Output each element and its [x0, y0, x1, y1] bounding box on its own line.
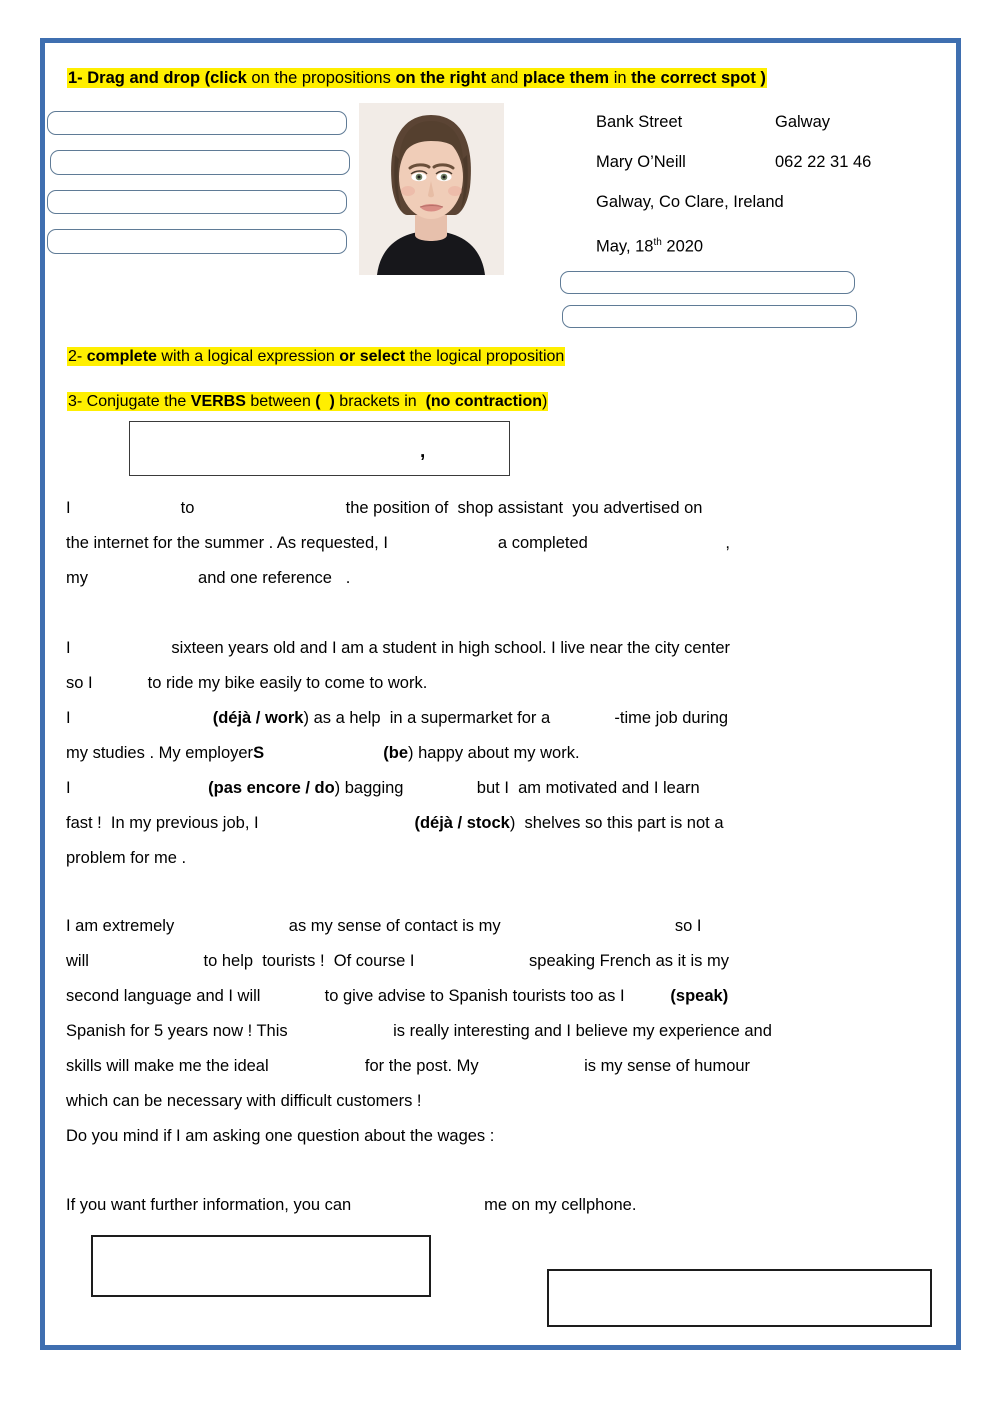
- instruction-2-part2: with a logical expression: [161, 348, 335, 365]
- para2-line-1: I sixteen years old and I am a student i…: [66, 639, 730, 657]
- sender-phone: 062 22 31 46: [775, 153, 872, 171]
- para3-line-1: I am extremely as my sense of contact is…: [66, 917, 702, 935]
- address-street: Bank Street: [596, 113, 683, 131]
- instruction-3-part7: ): [542, 393, 548, 410]
- instruction-3-part1: VERBS: [190, 393, 246, 410]
- para2-line-6: fast ! In my previous job, I (déjà / sto…: [66, 806, 948, 841]
- para2-line5-post: ) bagging but I am motivated and I learn: [334, 779, 700, 797]
- letter-paragraph-1: I to the position of shop assistant you …: [66, 491, 948, 596]
- verb-cue-pas-encore-do: (pas encore / do: [208, 779, 335, 797]
- instruction-line-3: 3- Conjugate the VERBS between ( ) brack…: [67, 391, 549, 413]
- letter-paragraph-2: I sixteen years old and I am a student i…: [66, 631, 948, 876]
- para2-line3-pre: I: [66, 709, 213, 727]
- para3-line-3: second language and I will to give advis…: [66, 979, 948, 1014]
- instruction-2-part1: complete: [86, 348, 157, 365]
- dropzone-6[interactable]: [562, 305, 857, 328]
- instruction-1-part6: place them: [522, 69, 610, 87]
- para3-line-6: which can be necessary with difficult cu…: [66, 1092, 422, 1110]
- para2-line4-gap: [264, 744, 383, 762]
- employer-plural-s: S: [253, 744, 265, 762]
- para3-line-5: skills will make me the ideal for the po…: [66, 1057, 751, 1075]
- para2-line4-pre: my studies . My employer: [66, 744, 254, 762]
- greeting-comma: ,: [420, 441, 426, 462]
- para3-line3-pre: second language and I will to give advis…: [66, 987, 671, 1005]
- para2-line6-pre: fast ! In my previous job, I: [66, 814, 415, 832]
- instruction-1-part4: on the right: [395, 69, 487, 87]
- para2-line-7: problem for me .: [66, 849, 187, 867]
- instruction-1-part8: the correct spot ): [631, 69, 766, 87]
- para3-line-2: will to help tourists ! Of course I spea…: [66, 952, 729, 970]
- para2-line4-post: ) happy about my work.: [408, 744, 580, 762]
- para1-line-1: I to the position of shop assistant you …: [66, 499, 703, 517]
- address-city: Galway: [775, 113, 831, 131]
- letter-paragraph-4: If you want further information, you can…: [66, 1188, 948, 1223]
- verb-cue-deja-work: (déjà / work: [212, 709, 304, 727]
- instruction-1-part7: in: [613, 69, 627, 87]
- address-location: Galway, Co Clare, Ireland: [596, 193, 784, 211]
- para1-line-3: my and one reference .: [66, 569, 351, 587]
- para1-line-2: the internet for the summer . As request…: [66, 534, 730, 552]
- date-ordinal-suffix: th: [653, 237, 662, 248]
- passport-photo: [359, 103, 504, 275]
- instruction-3-number: 3- Conjugate the: [68, 393, 187, 410]
- dropzone-4[interactable]: [47, 229, 347, 254]
- instruction-2-part4: the logical proposition: [409, 348, 565, 365]
- instruction-line-2: 2- complete with a logical expression or…: [67, 346, 566, 368]
- para2-line5-pre: I: [66, 779, 209, 797]
- letter-paragraph-3: I am extremely as my sense of contact is…: [66, 909, 948, 1154]
- instruction-1-number: 1-: [68, 69, 83, 87]
- para2-line-2: so I to ride my bike easily to come to w…: [66, 674, 428, 692]
- letter-date: May, 18th 2020: [596, 237, 703, 257]
- instruction-1-part2: (click: [204, 69, 247, 87]
- verb-cue-deja-stock: (déjà / stock: [414, 814, 510, 832]
- verb-cue-be: (be: [383, 744, 409, 762]
- sender-name: Mary O’Neill: [596, 153, 686, 171]
- para2-line3-post: ) as a help in a supermarket for a -time…: [303, 709, 729, 727]
- instruction-3-part2: between: [250, 393, 311, 410]
- para3-line-7: Do you mind if I am asking one question …: [66, 1127, 495, 1145]
- para2-line-5: I (pas encore / do) bagging but I am mot…: [66, 771, 948, 806]
- instruction-2-number: 2-: [68, 348, 83, 365]
- instruction-2-part3: or select: [339, 348, 406, 365]
- verb-cue-speak: (speak): [670, 987, 729, 1005]
- date-year: 2020: [661, 237, 704, 256]
- instruction-1-part5: and: [490, 69, 519, 87]
- dropzone-1[interactable]: [47, 111, 347, 135]
- instruction-3-part6: (no contraction: [425, 393, 542, 410]
- instruction-3-bracket-open: (: [315, 393, 321, 410]
- instruction-line-1: 1- Drag and drop (click on the propositi…: [67, 67, 767, 89]
- worksheet-frame: 1- Drag and drop (click on the propositi…: [40, 38, 961, 1350]
- date-prefix: May, 18: [596, 237, 654, 256]
- instruction-1-part3: on the propositions: [251, 69, 391, 87]
- greeting-input-box[interactable]: [129, 421, 510, 476]
- closing-answer-box-2[interactable]: [547, 1269, 932, 1327]
- closing-answer-box-1[interactable]: [91, 1235, 431, 1297]
- instruction-1-part1: Drag and drop: [87, 69, 201, 87]
- dropzone-5[interactable]: [560, 271, 855, 294]
- instruction-3-part5: brackets in: [339, 393, 417, 410]
- para4-line-1: If you want further information, you can…: [66, 1196, 637, 1214]
- para2-line-3: I (déjà / work) as a help in a supermark…: [66, 701, 948, 736]
- para3-line-4: Spanish for 5 years now ! This is really…: [66, 1022, 772, 1040]
- instruction-3-bracket-close: ): [329, 393, 335, 410]
- dropzone-2[interactable]: [50, 150, 350, 175]
- para2-line-4: my studies . My employerS (be) happy abo…: [66, 736, 948, 771]
- para2-line6-post: ) shelves so this part is not a: [509, 814, 724, 832]
- dropzone-3[interactable]: [47, 190, 347, 214]
